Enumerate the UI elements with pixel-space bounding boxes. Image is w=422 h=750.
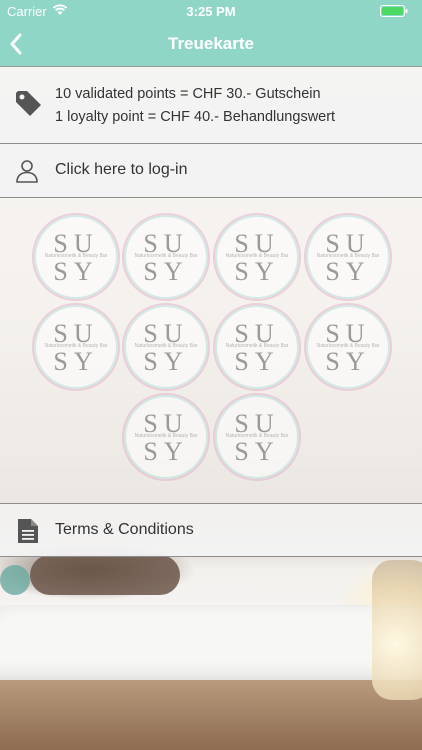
login-label[interactable]: Click here to log-in [55, 161, 188, 179]
page-title: Treuekarte [168, 34, 254, 53]
loyalty-stamp: SU Naturkosmetik & Beauty Bar SY [215, 215, 299, 299]
loyalty-stamp: SU Naturkosmetik & Beauty Bar SY [34, 215, 118, 299]
stamp-text-bottom: SY [325, 257, 371, 286]
stamp-text-bottom: SY [234, 437, 280, 466]
terms-row[interactable]: Terms & Conditions [0, 503, 422, 557]
battery-icon [380, 5, 408, 17]
loyalty-stamp: SU Naturkosmetik & Beauty Bar SY [124, 305, 208, 389]
loyalty-stamp: SU Naturkosmetik & Beauty Bar SY [306, 215, 390, 299]
tag-icon [16, 91, 41, 116]
stamp-text-bottom: SY [143, 257, 189, 286]
stamp-text-bottom: SY [53, 257, 99, 286]
terms-label[interactable]: Terms & Conditions [55, 521, 194, 539]
document-icon [18, 519, 38, 543]
loyalty-stamp: SU Naturkosmetik & Beauty Bar SY [215, 395, 299, 479]
stamp-text-bottom: SY [234, 257, 280, 286]
stamp-text-bottom: SY [325, 347, 371, 376]
loyalty-stamp: SU Naturkosmetik & Beauty Bar SY [34, 305, 118, 389]
stamp-text-bottom: SY [143, 347, 189, 376]
login-row[interactable]: Click here to log-in [0, 144, 422, 198]
loyalty-stamp: SU Naturkosmetik & Beauty Bar SY [215, 305, 299, 389]
loyalty-stamp: SU Naturkosmetik & Beauty Bar SY [124, 395, 208, 479]
loyalty-stamp: SU Naturkosmetik & Beauty Bar SY [306, 305, 390, 389]
navigation-bar: Treuekarte [0, 22, 422, 66]
points-rule-validated: 10 validated points = CHF 30.- Gutschein [55, 86, 321, 102]
loyalty-stamp: SU Naturkosmetik & Beauty Bar SY [124, 215, 208, 299]
stamp-text-bottom: SY [234, 347, 280, 376]
stamp-grid: SU Naturkosmetik & Beauty Bar SY SU Natu… [0, 198, 422, 503]
stamp-text-bottom: SY [143, 437, 189, 466]
stamp-text-bottom: SY [53, 347, 99, 376]
points-info-row: 10 validated points = CHF 30.- Gutschein… [0, 66, 422, 144]
points-rule-loyalty: 1 loyalty point = CHF 40.- Behandlungswe… [55, 109, 336, 125]
top-bar: Carrier 3:25 PM Treuekarte [0, 0, 422, 66]
user-icon [16, 160, 38, 183]
status-bar: Carrier 3:25 PM [0, 0, 422, 22]
status-time: 3:25 PM [186, 4, 236, 19]
